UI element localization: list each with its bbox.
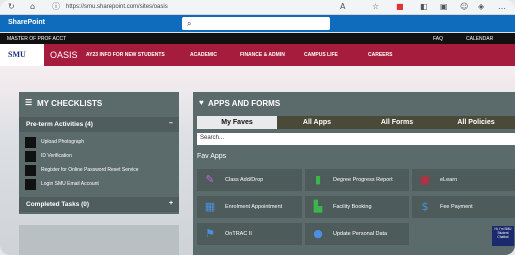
nav-item-careers[interactable]: CAREERS — [368, 52, 392, 58]
elearn-icon: ▣ — [419, 173, 431, 186]
calendar-link[interactable]: CALENDAR — [466, 36, 493, 42]
checklist-panel: ☰ MY CHECKLISTS Pre-term Activities (4) … — [19, 92, 179, 214]
main-nav: SMU OASIS AY23 INFO FOR NEW STUDENTS ACA… — [0, 44, 515, 66]
checklist-header: ☰ MY CHECKLISTS — [19, 92, 179, 115]
programme-label: MASTER OF PROF ACCT — [7, 36, 67, 42]
app-tile-facility-booking[interactable]: ▙ Facility Booking — [305, 196, 409, 218]
address-bar[interactable]: https://smu.sharepoint.com/sites/oasis — [66, 2, 168, 12]
nav-item-campus-life[interactable]: CAMPUS LIFE — [304, 52, 338, 58]
refresh-icon[interactable]: ↻ — [8, 1, 15, 13]
split-icon[interactable]: ◧ — [420, 1, 428, 13]
sharepoint-title[interactable]: SharePoint — [8, 19, 45, 26]
app-tile-update-personal-data[interactable]: ● Update Personal Data — [305, 223, 409, 245]
app-tile-ontrac[interactable]: ⚑ OnTRAC II — [197, 223, 302, 245]
runner-icon: ⚑ — [205, 227, 215, 240]
tab-all-policies[interactable]: All Policies — [437, 116, 515, 129]
checkbox[interactable] — [25, 165, 36, 176]
app-tile-degree-progress[interactable]: ▮ Degree Progress Report — [305, 169, 409, 191]
apps-search-input[interactable]: Search... — [197, 133, 515, 145]
checkbox[interactable] — [25, 137, 36, 148]
tab-my-faves[interactable]: My Faves — [197, 116, 277, 129]
completed-section-header[interactable]: Completed Tasks (0) + — [19, 197, 179, 212]
nav-item-academic[interactable]: ACADEMIC — [190, 52, 217, 58]
tab-all-apps[interactable]: All Apps — [277, 116, 357, 129]
checklist-title: MY CHECKLISTS — [37, 99, 103, 108]
favorite-icon[interactable]: ☆ — [372, 1, 379, 13]
sharepoint-bar: SharePoint ⌕ — [0, 15, 515, 32]
top-utility-bar: MASTER OF PROF ACCT FAQ CALENDAR — [0, 33, 515, 44]
apps-tabs: My Faves All Apps All Forms All Policies — [197, 116, 515, 129]
secondary-card — [19, 225, 179, 255]
app-tile-elearn[interactable]: ▣ eLearn — [412, 169, 515, 191]
faq-link[interactable]: FAQ — [433, 36, 443, 42]
smu-logo[interactable]: SMU — [0, 44, 44, 66]
booking-icon: ▙ — [313, 200, 323, 213]
read-aloud-icon[interactable]: A — [340, 1, 345, 13]
preterm-section-header[interactable]: Pre-term Activities (4) – — [19, 117, 179, 132]
apps-header: ♥ APPS AND FORMS — [193, 92, 515, 115]
edit-icon: ✎ — [205, 173, 215, 186]
settings-icon[interactable]: … — [498, 1, 506, 13]
app-tile-fee-payment[interactable]: $ Fee Payment — [412, 196, 515, 218]
screen: ↻ ⌂ ⓘ https://smu.sharepoint.com/sites/o… — [0, 0, 515, 255]
person-icon: ● — [313, 227, 323, 240]
calendar-icon: ▦ — [204, 200, 216, 213]
home-icon[interactable]: ⌂ — [30, 1, 35, 13]
checklist-item[interactable]: ID Verification — [25, 150, 175, 163]
chatbot-badge[interactable]: Hi, I'm SMU Student Chatbot — [492, 226, 514, 246]
nav-item-new-students[interactable]: AY23 INFO FOR NEW STUDENTS — [86, 52, 165, 58]
expand-icon[interactable]: + — [169, 200, 173, 207]
info-icon[interactable]: ⓘ — [52, 1, 60, 13]
copilot-icon[interactable]: ◈ — [478, 1, 484, 13]
collections-icon[interactable]: ▣ — [440, 1, 448, 13]
search-icon: ⌕ — [187, 19, 192, 28]
extension-icon[interactable]: ■ — [396, 1, 404, 13]
chart-icon: ▮ — [314, 173, 322, 186]
apps-forms-panel: ♥ APPS AND FORMS My Faves All Apps All F… — [193, 92, 515, 255]
app-tile-enrolment[interactable]: ▦ Enrolment Appointment — [197, 196, 302, 218]
nav-item-finance-admin[interactable]: FINANCE & ADMIN — [240, 52, 285, 58]
tab-all-forms[interactable]: All Forms — [357, 116, 437, 129]
apps-title: APPS AND FORMS — [208, 99, 281, 108]
checkbox[interactable] — [25, 179, 36, 190]
checkbox[interactable] — [25, 151, 36, 162]
heart-icon: ♥ — [199, 98, 204, 107]
collapse-icon[interactable]: – — [169, 120, 173, 127]
app-tile-class-add-drop[interactable]: ✎ Class Add/Drop — [197, 169, 302, 191]
site-title[interactable]: OASIS — [50, 50, 78, 60]
checklist-item[interactable]: Login SMU Email Account — [25, 178, 175, 191]
browser-toolbar: ↻ ⌂ ⓘ https://smu.sharepoint.com/sites/o… — [0, 0, 515, 15]
checklist-item[interactable]: Upload Photograph — [25, 136, 175, 149]
profile-icon[interactable]: ☺ — [460, 1, 468, 13]
list-icon: ☰ — [25, 98, 33, 107]
sharepoint-search-input[interactable]: ⌕ — [182, 17, 330, 30]
checklist-item[interactable]: Register for Online Password Reset Servi… — [25, 164, 175, 177]
dollar-icon: $ — [421, 200, 429, 213]
fav-apps-label: Fav Apps — [197, 153, 227, 160]
